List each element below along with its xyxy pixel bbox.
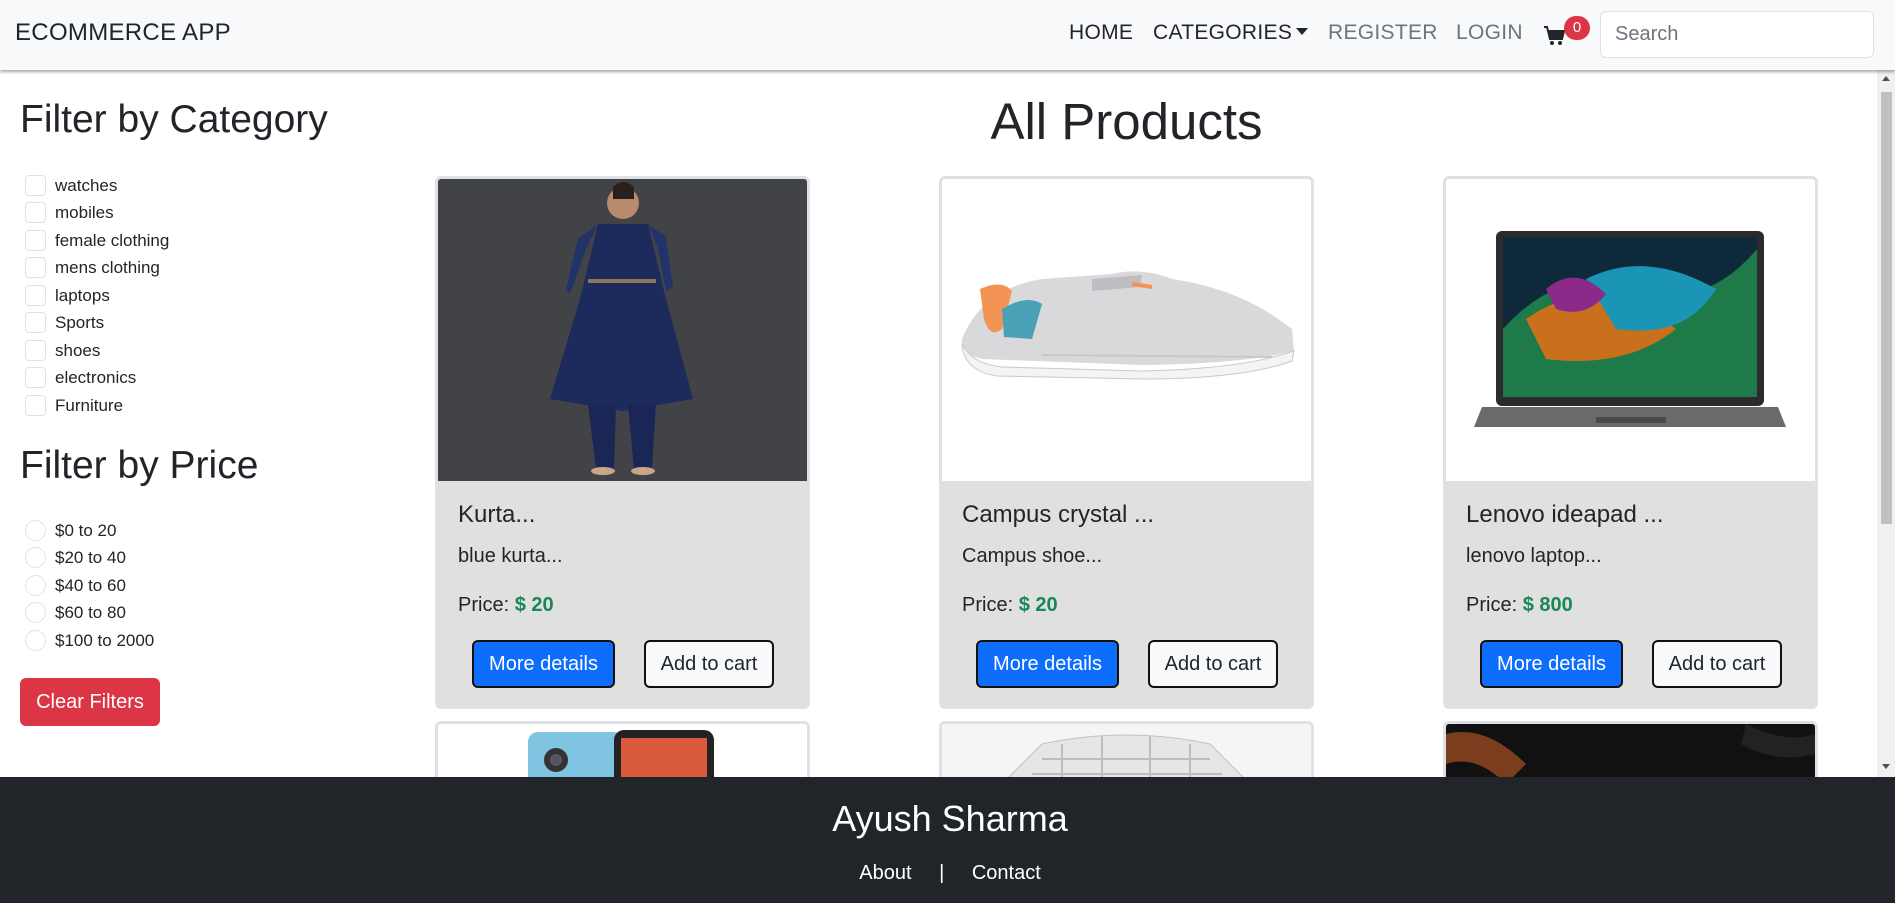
- category-label: laptops: [55, 286, 110, 305]
- scroll-up-arrow-icon[interactable]: [1882, 76, 1890, 81]
- footer-contact-link[interactable]: Contact: [972, 862, 1041, 884]
- category-label: Sports: [55, 313, 105, 332]
- price-filter-title: Filter by Price: [20, 444, 259, 487]
- product-description: lenovo laptop...: [1466, 545, 1602, 567]
- category-label: electronics: [55, 368, 137, 387]
- category-checkbox[interactable]: [25, 202, 46, 223]
- caret-down-icon: [1296, 28, 1309, 35]
- more-details-button[interactable]: More details: [1480, 640, 1623, 688]
- price-label: Price:: [458, 594, 510, 616]
- price-label: $60 to 80: [55, 603, 126, 622]
- price-radio[interactable]: [25, 630, 46, 651]
- footer: Ayush Sharma About | Contact: [0, 777, 1895, 903]
- add-to-cart-button[interactable]: Add to cart: [644, 640, 774, 688]
- category-label: Furniture: [55, 396, 124, 415]
- product-description: blue kurta...: [458, 545, 563, 567]
- kurta-image: [438, 179, 807, 481]
- product-card: [1443, 721, 1818, 781]
- search-input[interactable]: [1600, 11, 1874, 58]
- product-card: Campus crystal ... Campus shoe... Price:…: [939, 176, 1314, 709]
- nav-register-link[interactable]: REGISTER: [1328, 21, 1438, 45]
- price-value: $ 20: [1018, 594, 1058, 616]
- product-card: [939, 721, 1314, 781]
- product-description: Campus shoe...: [962, 545, 1103, 567]
- brand-logo[interactable]: ECOMMERCE APP: [15, 19, 231, 47]
- product-name: Campus crystal ...: [962, 501, 1155, 528]
- cart-count-badge: 0: [1564, 16, 1590, 40]
- price-radio[interactable]: [25, 520, 46, 541]
- nav-home-link[interactable]: HOME: [1069, 21, 1133, 45]
- price-label: $20 to 40: [55, 548, 126, 567]
- shirt-image: [942, 724, 1311, 781]
- category-label: watches: [55, 176, 118, 195]
- price-value: $ 20: [514, 594, 554, 616]
- product-name: Lenovo ideapad ...: [1466, 501, 1664, 528]
- price-value: $ 800: [1522, 594, 1573, 616]
- shoe-image: [942, 179, 1311, 481]
- add-to-cart-button[interactable]: Add to cart: [1652, 640, 1782, 688]
- product-name: Kurta...: [458, 501, 536, 528]
- product-price: Price: $ 20: [962, 594, 1058, 617]
- category-checkbox[interactable]: [25, 340, 46, 361]
- price-label: $40 to 60: [55, 576, 126, 595]
- nav-login-link[interactable]: LOGIN: [1456, 21, 1523, 45]
- laptop-image: [1446, 179, 1815, 481]
- price-label: $100 to 2000: [55, 631, 155, 650]
- price-radio[interactable]: [25, 575, 46, 596]
- footer-links: About | Contact: [0, 862, 1895, 885]
- price-label: Price:: [962, 594, 1014, 616]
- watch-image: [1446, 724, 1815, 781]
- scroll-down-arrow-icon[interactable]: [1882, 764, 1890, 769]
- phone-image: [438, 724, 807, 781]
- category-checkbox[interactable]: [25, 285, 46, 306]
- price-radio[interactable]: [25, 602, 46, 623]
- product-card: Kurta... blue kurta... Price: $ 20 More …: [435, 176, 810, 709]
- category-label: shoes: [55, 341, 101, 360]
- page-title: All Products: [990, 93, 1263, 150]
- nav-categories-label: CATEGORIES: [1153, 21, 1293, 44]
- category-label: mens clothing: [55, 258, 160, 277]
- product-card: Lenovo ideapad ... lenovo laptop... Pric…: [1443, 176, 1818, 709]
- product-card: [435, 721, 810, 781]
- price-label: Price:: [1466, 594, 1518, 616]
- navbar: ECOMMERCE APP HOME CATEGORIES REGISTER L…: [0, 0, 1895, 70]
- category-label: female clothing: [55, 231, 170, 250]
- product-price: Price: $ 20: [458, 594, 554, 617]
- footer-about-link[interactable]: About: [859, 862, 911, 884]
- footer-author-name: Ayush Sharma: [832, 798, 1068, 839]
- add-to-cart-button[interactable]: Add to cart: [1148, 640, 1278, 688]
- nav-categories-dropdown[interactable]: CATEGORIES: [1153, 21, 1309, 45]
- clear-filters-button[interactable]: Clear Filters: [20, 678, 160, 726]
- category-checkbox[interactable]: [25, 395, 46, 416]
- scrollbar-thumb[interactable]: [1881, 92, 1892, 524]
- category-label: mobiles: [55, 203, 114, 222]
- category-checkbox[interactable]: [25, 175, 46, 196]
- page-scrollbar[interactable]: [1877, 70, 1895, 777]
- footer-separator: |: [939, 862, 945, 884]
- category-checkbox[interactable]: [25, 257, 46, 278]
- category-checkbox[interactable]: [25, 312, 46, 333]
- price-label: $0 to 20: [55, 521, 117, 540]
- more-details-button[interactable]: More details: [472, 640, 615, 688]
- price-radio[interactable]: [25, 547, 46, 568]
- more-details-button[interactable]: More details: [976, 640, 1119, 688]
- product-price: Price: $ 800: [1466, 594, 1573, 617]
- category-checkbox[interactable]: [25, 367, 46, 388]
- category-checkbox[interactable]: [25, 230, 46, 251]
